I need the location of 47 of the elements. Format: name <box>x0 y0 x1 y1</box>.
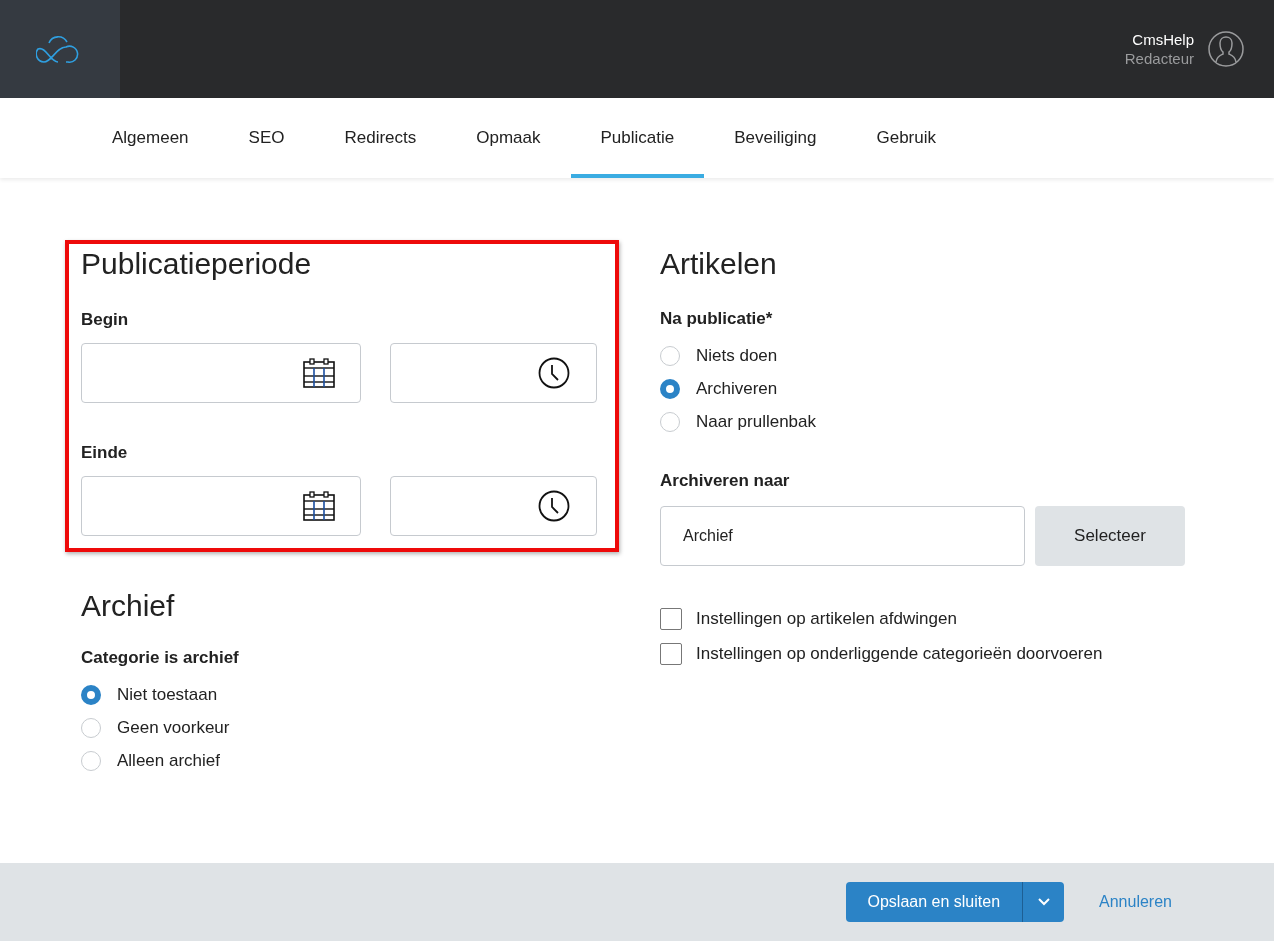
section-title: Archief <box>81 588 176 624</box>
clock-icon[interactable] <box>538 357 570 389</box>
group-label: Na publicatie* <box>660 309 774 329</box>
section-title: Publicatieperiode <box>81 246 313 282</box>
checkbox[interactable] <box>660 608 682 630</box>
tab[interactable]: Opmaak <box>446 98 571 178</box>
tab[interactable]: Publicatie <box>570 98 705 178</box>
clock-icon[interactable] <box>538 490 570 522</box>
dropdown-button[interactable] <box>1022 882 1065 922</box>
time-field[interactable] <box>390 476 597 536</box>
archive-field[interactable]: Archief <box>660 506 1025 566</box>
date-field[interactable] <box>81 343 362 403</box>
user-role: Redacteur <box>1124 49 1194 68</box>
radio-label[interactable]: Alleen archief <box>117 750 220 772</box>
tab[interactable]: Beveiliging <box>704 98 847 178</box>
radio-button[interactable] <box>81 685 101 705</box>
radio-label[interactable]: Naar prullenbak <box>696 411 816 433</box>
field-label: Einde <box>81 443 129 463</box>
radio-label[interactable]: Niets doen <box>696 345 778 367</box>
user-avatar-icon[interactable] <box>1208 31 1244 67</box>
section-title: Artikelen <box>660 246 778 282</box>
tab[interactable]: Algemeen <box>82 98 219 178</box>
radio-button[interactable] <box>660 412 680 432</box>
caret-icon <box>1037 898 1050 906</box>
calendar-icon[interactable] <box>303 491 336 521</box>
radio-button[interactable] <box>81 751 101 771</box>
tab[interactable]: Gebruik <box>846 98 966 178</box>
select-button[interactable]: Selecteer <box>1035 506 1185 566</box>
radio-label[interactable]: Niet toestaan <box>117 684 218 706</box>
tab[interactable]: Redirects <box>314 98 447 178</box>
calendar-icon[interactable] <box>303 358 336 388</box>
field-label: Begin <box>81 310 130 330</box>
radio-label[interactable]: Geen voorkeur <box>117 717 230 739</box>
group-label: Categorie is archief <box>81 648 240 668</box>
radio-button[interactable] <box>81 718 101 738</box>
radio-label[interactable]: Archiveren <box>696 378 778 400</box>
checkbox-label[interactable]: Instellingen op onderliggende categorieën doorvoeren <box>696 643 1103 665</box>
checkbox-label[interactable]: Instellingen op artikelen afdwingen <box>696 608 957 630</box>
tab[interactable]: SEO <box>218 98 315 178</box>
radio-button[interactable] <box>660 379 680 399</box>
field-label: Archiveren naar <box>660 471 791 491</box>
radio-button[interactable] <box>660 346 680 366</box>
time-field[interactable] <box>390 343 597 403</box>
user-name: CmsHelp <box>1132 30 1194 49</box>
date-field[interactable] <box>81 476 362 536</box>
save-button[interactable]: Opslaan en sluiten <box>845 882 1023 922</box>
checkbox[interactable] <box>660 643 682 665</box>
